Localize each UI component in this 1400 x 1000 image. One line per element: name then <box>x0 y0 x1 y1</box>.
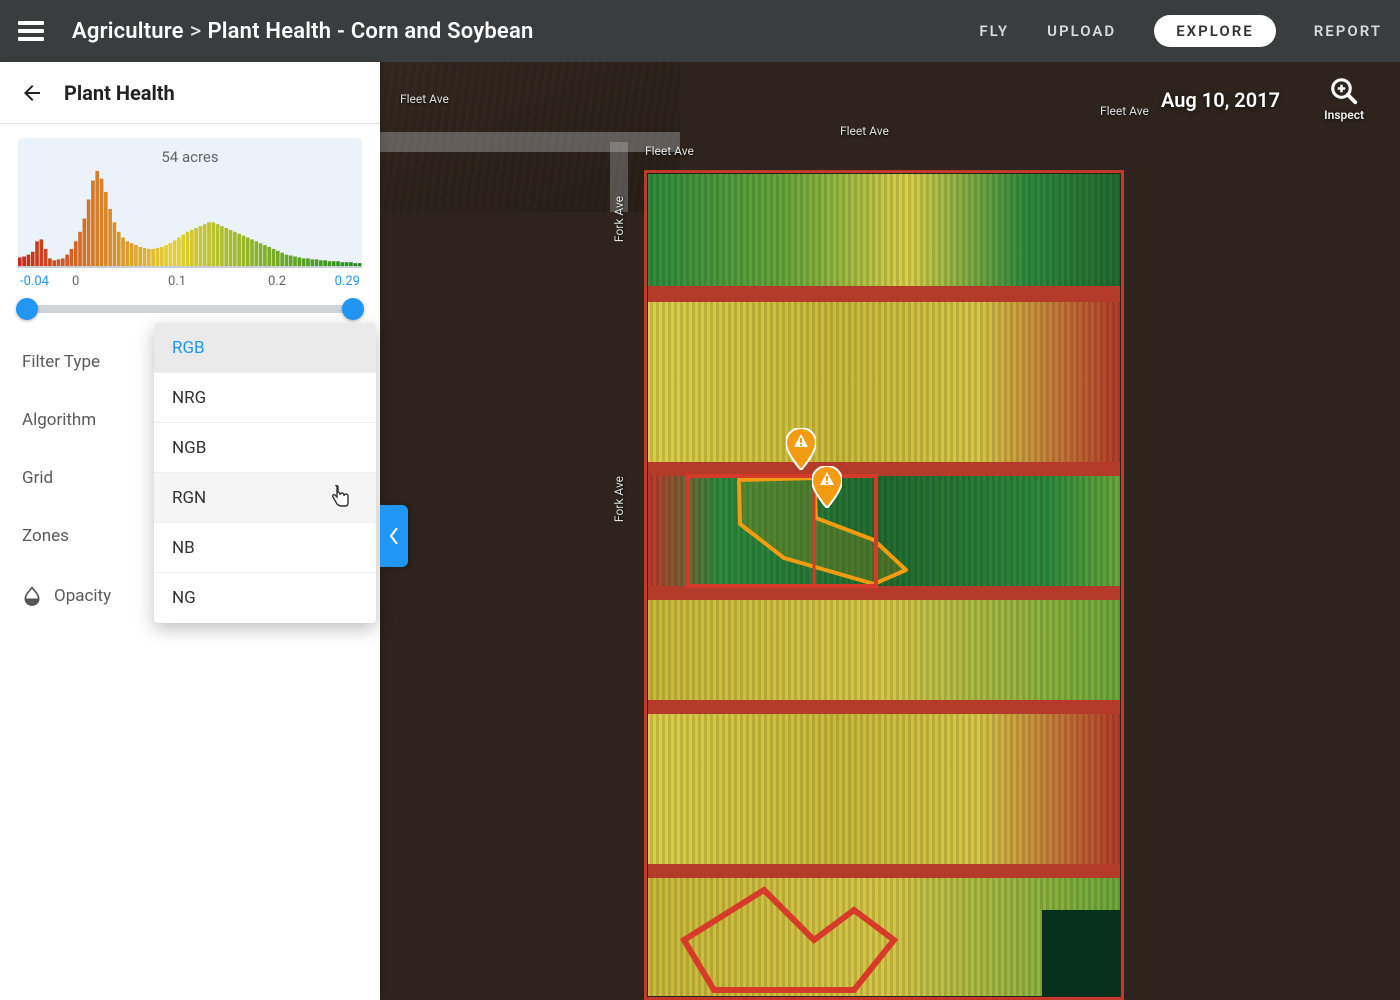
breadcrumb-root[interactable]: Agriculture <box>72 19 184 44</box>
top-nav: FLY UPLOAD EXPLORE REPORT <box>979 15 1382 47</box>
axis-min: -0.04 <box>20 274 49 289</box>
axis-tick-1: 0.1 <box>168 274 186 289</box>
range-slider-min-thumb[interactable] <box>16 298 38 320</box>
road-label-fork-2: Fork Ave <box>612 476 626 522</box>
back-arrow-icon[interactable] <box>20 81 44 105</box>
breadcrumb-separator: > <box>190 19 202 44</box>
range-slider[interactable] <box>20 305 360 313</box>
sidebar: Plant Health 54 acres -0.04 0 0.1 0.2 0.… <box>0 62 380 1000</box>
axis-tick-2: 0.2 <box>268 274 286 289</box>
magnifier-plus-icon <box>1329 76 1359 106</box>
axis-max: 0.29 <box>335 274 360 289</box>
field-health-overlay[interactable] <box>644 170 1124 1000</box>
nav-explore[interactable]: EXPLORE <box>1154 15 1276 47</box>
road-label-fleet-4: Fleet Ave <box>400 92 449 106</box>
histogram-area-label: 54 acres <box>18 148 362 166</box>
collapse-sidebar-button[interactable] <box>380 505 408 567</box>
dropdown-option-rgb[interactable]: RGB <box>154 323 376 373</box>
chevron-left-icon <box>389 528 399 544</box>
map-viewport[interactable]: Fleet Ave Fleet Ave Fleet Ave Fleet Ave … <box>380 62 1400 1000</box>
histogram-panel: 54 acres -0.04 0 0.1 0.2 0.29 <box>0 124 380 323</box>
nav-fly[interactable]: FLY <box>979 22 1009 40</box>
menu-icon[interactable] <box>18 21 44 41</box>
filter-type-dropdown[interactable]: RGB NRG NGB RGN NB NG <box>154 323 376 623</box>
map-date: Aug 10, 2017 <box>1161 88 1280 112</box>
road-label-fork-1: Fork Ave <box>612 196 626 242</box>
opacity-icon <box>22 586 42 606</box>
sidebar-header: Plant Health <box>0 62 380 124</box>
road-label-fleet-2: Fleet Ave <box>840 124 889 138</box>
road-label-fleet-3: Fleet Ave <box>1100 104 1149 118</box>
dropdown-option-nrg[interactable]: NRG <box>154 373 376 423</box>
road-label-fleet-1: Fleet Ave <box>645 144 694 158</box>
range-slider-max-thumb[interactable] <box>342 298 364 320</box>
controls-panel: Filter Type Algorithm Grid Zones Opacity <box>0 323 380 637</box>
breadcrumb-page[interactable]: Plant Health - Corn and Soybean <box>207 19 533 44</box>
nav-report[interactable]: REPORT <box>1314 22 1382 40</box>
inspect-label: Inspect <box>1324 108 1364 122</box>
dropdown-option-ng[interactable]: NG <box>154 573 376 623</box>
histogram-axis: -0.04 0 0.1 0.2 0.29 <box>18 268 362 291</box>
dropdown-option-ngb[interactable]: NGB <box>154 423 376 473</box>
nav-upload[interactable]: UPLOAD <box>1047 22 1116 40</box>
dropdown-option-nb[interactable]: NB <box>154 523 376 573</box>
map-terrain <box>380 62 680 212</box>
topbar: Agriculture > Plant Health - Corn and So… <box>0 0 1400 62</box>
map-marker-warning-2[interactable] <box>812 466 842 508</box>
opacity-label: Opacity <box>54 586 111 606</box>
cursor-pointer-icon <box>328 485 352 511</box>
inspect-tool[interactable]: Inspect <box>1324 76 1364 122</box>
sidebar-title: Plant Health <box>64 81 175 105</box>
histogram-chart[interactable]: 54 acres <box>18 138 362 268</box>
dropdown-option-rgn[interactable]: RGN <box>154 473 376 523</box>
map-marker-warning-1[interactable] <box>786 428 816 470</box>
axis-tick-0: 0 <box>72 274 79 289</box>
breadcrumb: Agriculture > Plant Health - Corn and So… <box>72 19 533 44</box>
